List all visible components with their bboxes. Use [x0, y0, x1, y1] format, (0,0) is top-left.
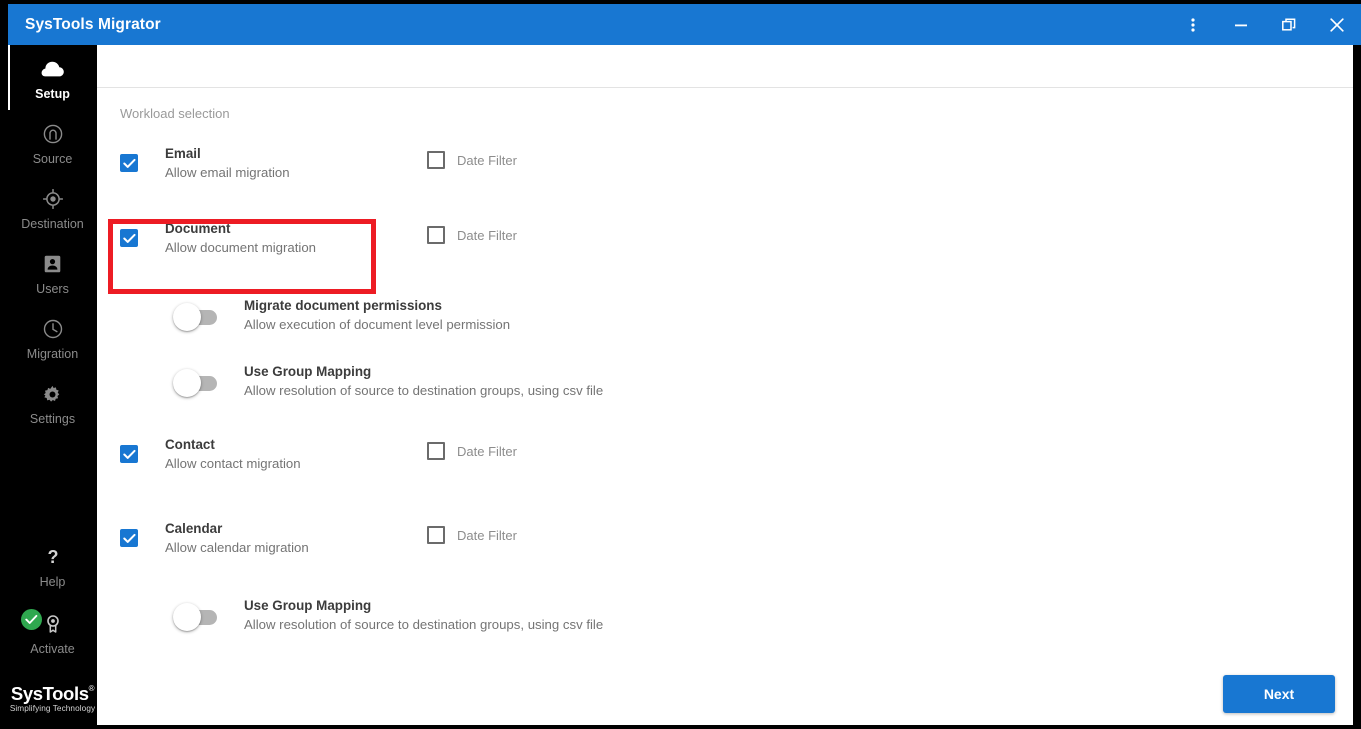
- brand-tagline: Simplifying Technology: [9, 704, 96, 713]
- workload-text-contact: Contact Allow contact migration: [165, 436, 415, 473]
- date-filter-checkbox[interactable]: [427, 526, 445, 544]
- workload-row-document: Document Allow document migration Date F…: [120, 220, 1353, 257]
- users-icon: [44, 251, 61, 277]
- sidebar-item-setup[interactable]: Setup: [8, 45, 97, 110]
- date-filter-calendar: Date Filter: [427, 526, 517, 544]
- workload-checkbox-calendar[interactable]: [120, 529, 138, 547]
- sidebar-item-help[interactable]: ? Help: [8, 533, 97, 598]
- document-option-group-mapping: Use Group Mapping Allow resolution of so…: [120, 363, 1353, 400]
- option-subtitle: Allow resolution of source to destinatio…: [244, 383, 604, 398]
- workload-checkbox-document[interactable]: [120, 229, 138, 247]
- workload-checkbox-email[interactable]: [120, 154, 138, 172]
- sidebar-item-label: Setup: [35, 87, 70, 101]
- calendar-option-text: Use Group Mapping Allow resolution of so…: [244, 597, 603, 634]
- sidebar-item-label: Activate: [30, 642, 75, 656]
- kebab-menu-icon[interactable]: [1169, 4, 1217, 45]
- restore-icon[interactable]: [1265, 4, 1313, 45]
- destination-icon: [42, 186, 63, 212]
- clock-icon: [43, 316, 63, 342]
- toggle-use-group-mapping-calendar[interactable]: [173, 602, 218, 632]
- date-filter-contact: Date Filter: [427, 442, 517, 460]
- document-option-migrate-permissions: Migrate document permissions Allow execu…: [120, 297, 1353, 334]
- option-title: Use Group Mapping: [244, 364, 372, 379]
- main-content: Workload selection Email Allow email mig…: [97, 45, 1353, 725]
- workload-subtitle: Allow contact migration: [165, 456, 301, 471]
- toggle-migrate-document-permissions[interactable]: [173, 302, 218, 332]
- workload-title: Document: [165, 221, 231, 236]
- sidebar-item-label: Source: [32, 152, 73, 166]
- workload-subtitle: Allow email migration: [165, 165, 290, 180]
- app-title: SysTools Migrator: [25, 15, 161, 33]
- green-check-icon: [21, 609, 42, 630]
- sidebar-item-activate[interactable]: Activate: [8, 600, 97, 665]
- content-topbar: [97, 45, 1353, 88]
- date-filter-document: Date Filter: [427, 226, 517, 244]
- title-bar: SysTools Migrator: [8, 4, 1361, 45]
- sidebar-bottom: ? Help Activate SysTools® Simplifying Te…: [8, 533, 97, 725]
- question-mark-icon: ?: [45, 544, 61, 570]
- workload-title: Contact: [165, 437, 215, 452]
- sidebar: Setup Source Destination Users Migration…: [8, 45, 97, 725]
- document-option-text: Migrate document permissions Allow execu…: [244, 297, 510, 334]
- registered-mark: ®: [88, 683, 95, 693]
- brand-logo: SysTools® Simplifying Technology: [8, 683, 97, 725]
- svg-text:?: ?: [47, 547, 58, 567]
- document-option-text: Use Group Mapping Allow resolution of so…: [244, 363, 603, 400]
- date-filter-checkbox[interactable]: [427, 226, 445, 244]
- option-subtitle: Allow resolution of source to destinatio…: [244, 617, 604, 632]
- date-filter-checkbox[interactable]: [427, 442, 445, 460]
- workload-subtitle: Allow calendar migration: [165, 540, 309, 555]
- date-filter-label: Date Filter: [457, 152, 517, 168]
- sidebar-item-label: Destination: [21, 217, 84, 231]
- date-filter-label: Date Filter: [457, 227, 517, 243]
- workload-checkbox-contact[interactable]: [120, 445, 138, 463]
- calendar-option-group-mapping: Use Group Mapping Allow resolution of so…: [120, 597, 1353, 634]
- sidebar-item-settings[interactable]: Settings: [8, 370, 97, 435]
- minimize-icon[interactable]: [1217, 4, 1265, 45]
- workload-row-contact: Contact Allow contact migration Date Fil…: [120, 436, 1353, 473]
- section-label: Workload selection: [120, 106, 230, 121]
- option-title: Migrate document permissions: [244, 298, 442, 313]
- workload-text-email: Email Allow email migration: [165, 145, 415, 182]
- date-filter-email: Date Filter: [427, 151, 517, 169]
- workload-text-calendar: Calendar Allow calendar migration: [165, 520, 415, 557]
- date-filter-label: Date Filter: [457, 527, 517, 543]
- close-icon[interactable]: [1313, 4, 1361, 45]
- window-controls: [1169, 4, 1361, 45]
- cloud-icon: [41, 56, 65, 82]
- toggle-knob: [173, 369, 201, 397]
- workload-subtitle: Allow document migration: [165, 240, 316, 255]
- sidebar-item-label: Settings: [29, 412, 76, 426]
- toggle-knob: [173, 603, 201, 631]
- sidebar-item-label: Users: [36, 282, 69, 296]
- workload-title: Email: [165, 146, 201, 161]
- source-icon: [43, 121, 63, 147]
- brand-name: SysTools®: [10, 683, 95, 705]
- date-filter-checkbox[interactable]: [427, 151, 445, 169]
- brand-name-text: SysTools: [10, 683, 89, 704]
- gear-icon: [43, 381, 62, 407]
- workload-row-email: Email Allow email migration Date Filter: [120, 145, 1353, 182]
- workload-row-calendar: Calendar Allow calendar migration Date F…: [120, 520, 1353, 557]
- sidebar-item-label: Help: [39, 575, 66, 589]
- sidebar-item-source[interactable]: Source: [8, 110, 97, 175]
- workload-text-document: Document Allow document migration: [165, 220, 415, 257]
- sidebar-item-label: Migration: [26, 347, 79, 361]
- badge-icon: [45, 611, 61, 637]
- next-button[interactable]: Next: [1223, 675, 1335, 713]
- toggle-knob: [173, 303, 201, 331]
- toggle-use-group-mapping-document[interactable]: [173, 368, 218, 398]
- sidebar-item-users[interactable]: Users: [8, 240, 97, 305]
- option-title: Use Group Mapping: [244, 598, 372, 613]
- date-filter-label: Date Filter: [457, 443, 517, 459]
- app-window: SysTools Migrator Setup Source Destinati…: [0, 0, 1361, 729]
- sidebar-item-migration[interactable]: Migration: [8, 305, 97, 370]
- sidebar-item-destination[interactable]: Destination: [8, 175, 97, 240]
- workload-list: Email Allow email migration Date Filter …: [97, 145, 1353, 634]
- workload-title: Calendar: [165, 521, 223, 536]
- option-subtitle: Allow execution of document level permis…: [244, 317, 511, 332]
